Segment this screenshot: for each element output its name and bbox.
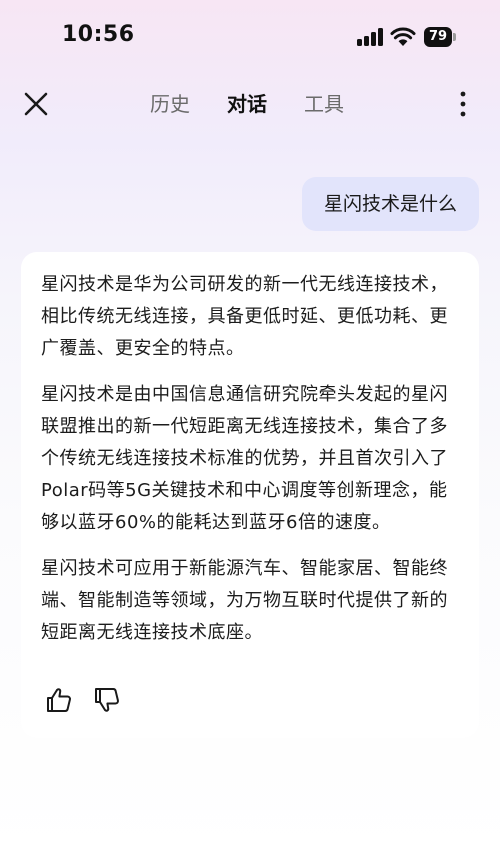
assistant-answer-card: 星闪技术是华为公司研发的新一代无线连接技术，相比传统无线连接，具备更低时延、更低… <box>21 252 479 738</box>
thumbs-up-icon[interactable] <box>45 686 73 714</box>
tab-history[interactable]: 历史 <box>150 89 190 119</box>
thumbs-down-icon[interactable] <box>93 686 121 714</box>
nav-bar: 历史 对话 工具 <box>0 80 500 128</box>
status-bar: 10:56 79 <box>0 0 500 72</box>
answer-paragraph: 星闪技术是由中国信息通信研究院牵头发起的星闪联盟推出的新一代短距离无线连接技术，… <box>41 384 448 533</box>
answer-paragraph: 星闪技术可应用于新能源汽车、智能家居、智能终端、智能制造等领域，为万物互联时代提… <box>41 558 448 643</box>
battery-level: 79 <box>424 27 452 47</box>
signal-icon <box>357 28 384 46</box>
feedback-bar <box>45 686 141 714</box>
battery-icon: 79 <box>424 27 456 47</box>
user-message-bubble: 星闪技术是什么 <box>301 177 479 231</box>
wifi-icon <box>390 27 416 46</box>
status-time: 10:56 <box>62 22 135 47</box>
close-icon[interactable] <box>22 90 50 118</box>
tab-chat[interactable]: 对话 <box>227 89 267 119</box>
answer-paragraph: 星闪技术是华为公司研发的新一代无线连接技术，相比传统无线连接，具备更低时延、更低… <box>41 274 448 359</box>
tab-tools[interactable]: 工具 <box>304 89 344 119</box>
tab-bar: 历史 对话 工具 <box>150 89 344 119</box>
more-vertical-icon[interactable] <box>454 88 472 120</box>
